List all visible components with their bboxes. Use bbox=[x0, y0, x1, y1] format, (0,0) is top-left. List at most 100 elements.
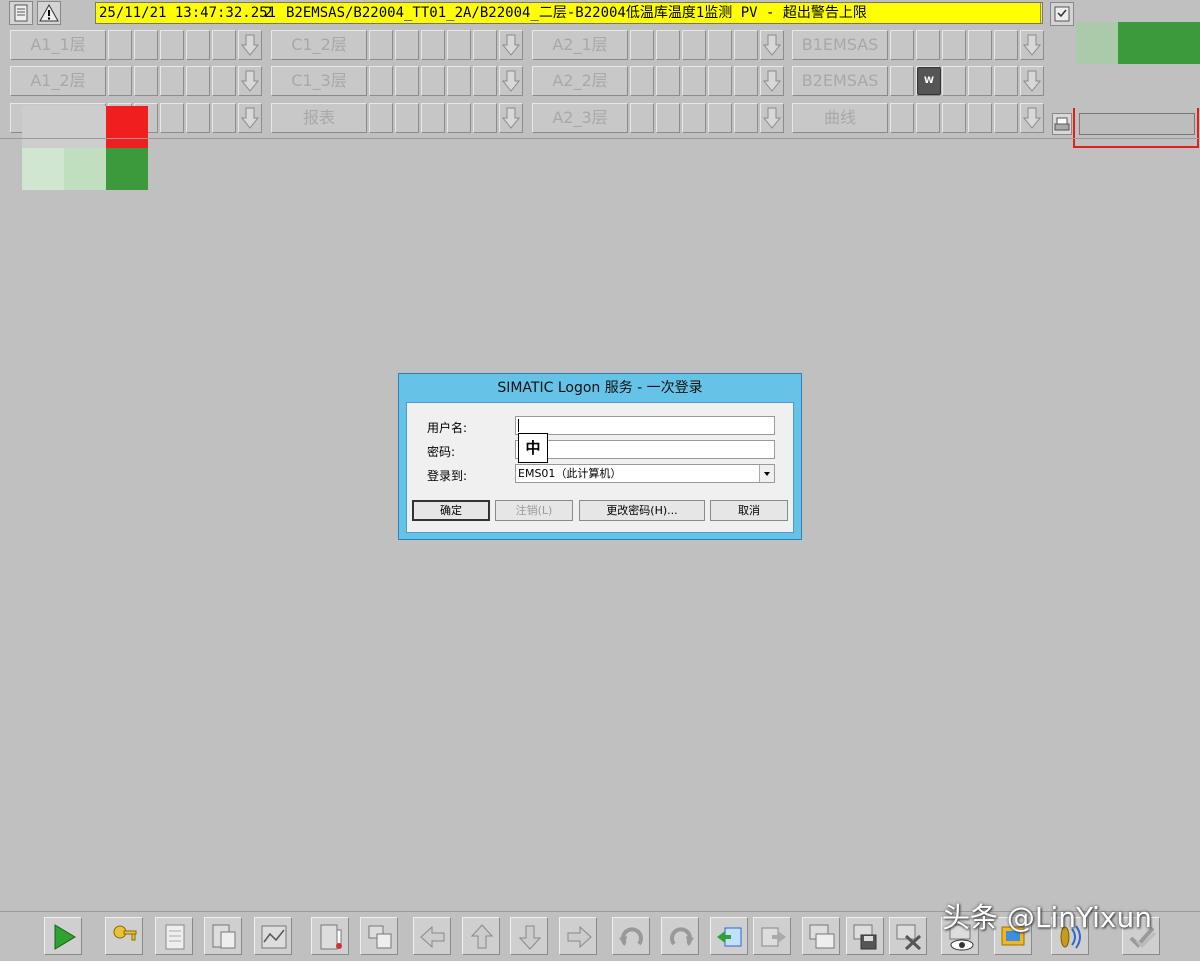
sub-area-slot[interactable] bbox=[734, 66, 758, 96]
sub-area-slot[interactable] bbox=[108, 66, 132, 96]
area-button[interactable]: A1_2层 bbox=[10, 66, 106, 96]
sub-area-slot[interactable] bbox=[212, 30, 236, 60]
sub-area-slot[interactable] bbox=[369, 103, 393, 133]
area-button[interactable]: C1_3层 bbox=[271, 66, 367, 96]
area-button[interactable]: B1EMSAS bbox=[792, 30, 888, 60]
area-button[interactable]: A2_1层 bbox=[532, 30, 628, 60]
w-badge[interactable]: W bbox=[917, 67, 941, 95]
sub-area-slot[interactable] bbox=[395, 103, 419, 133]
area-down-arrow-icon[interactable] bbox=[238, 66, 262, 96]
sub-area-slot[interactable] bbox=[968, 103, 992, 133]
thermometer-icon[interactable] bbox=[311, 917, 349, 955]
arrow-right-icon[interactable] bbox=[559, 917, 597, 955]
alarm-log-icon[interactable] bbox=[9, 1, 33, 25]
logon-to-select[interactable]: EMS01（此计算机） bbox=[515, 464, 775, 483]
area-button[interactable]: C1_2层 bbox=[271, 30, 367, 60]
sub-area-slot[interactable] bbox=[942, 30, 966, 60]
sub-area-slot[interactable] bbox=[890, 30, 914, 60]
sub-area-slot[interactable] bbox=[134, 66, 158, 96]
sub-area-slot[interactable] bbox=[447, 30, 471, 60]
arrow-up-icon[interactable] bbox=[462, 917, 500, 955]
key-icon[interactable] bbox=[105, 917, 143, 955]
sub-area-slot[interactable] bbox=[421, 30, 445, 60]
sub-area-slot[interactable] bbox=[160, 103, 184, 133]
alarm-warning-icon[interactable] bbox=[37, 1, 61, 25]
sub-area-slot[interactable] bbox=[186, 66, 210, 96]
area-down-arrow-icon[interactable] bbox=[499, 66, 523, 96]
sub-area-slot[interactable] bbox=[656, 103, 680, 133]
sub-area-slot[interactable] bbox=[630, 66, 654, 96]
sub-area-slot[interactable] bbox=[994, 30, 1018, 60]
screen-forward-icon[interactable] bbox=[753, 917, 791, 955]
area-down-arrow-icon[interactable] bbox=[499, 30, 523, 60]
sub-area-slot[interactable] bbox=[890, 103, 914, 133]
area-down-arrow-icon[interactable] bbox=[760, 103, 784, 133]
window-close-icon[interactable] bbox=[889, 917, 927, 955]
undo-icon[interactable] bbox=[612, 917, 650, 955]
sub-area-slot[interactable] bbox=[916, 30, 940, 60]
login-user-display[interactable] bbox=[1079, 113, 1195, 135]
screen-select-icon[interactable] bbox=[710, 917, 748, 955]
sub-area-slot[interactable] bbox=[968, 30, 992, 60]
sub-area-slot[interactable] bbox=[968, 66, 992, 96]
sub-area-slot[interactable] bbox=[186, 30, 210, 60]
sub-area-slot[interactable] bbox=[734, 103, 758, 133]
username-input[interactable] bbox=[515, 416, 775, 435]
screen-swap-icon[interactable] bbox=[360, 917, 398, 955]
print-icon[interactable] bbox=[1052, 113, 1072, 135]
arrow-down-icon[interactable] bbox=[510, 917, 548, 955]
alarm-list-icon[interactable] bbox=[155, 917, 193, 955]
change-password-button[interactable]: 更改密码(H)... bbox=[579, 500, 705, 521]
area-button[interactable]: B2EMSAS bbox=[792, 66, 888, 96]
sub-area-slot[interactable] bbox=[421, 66, 445, 96]
sub-area-slot[interactable] bbox=[473, 103, 497, 133]
sub-area-slot[interactable] bbox=[994, 103, 1018, 133]
area-down-arrow-icon[interactable] bbox=[1020, 30, 1044, 60]
sub-area-slot[interactable] bbox=[212, 66, 236, 96]
sub-area-slot[interactable] bbox=[160, 30, 184, 60]
sub-area-slot[interactable] bbox=[108, 30, 132, 60]
password-input[interactable] bbox=[515, 440, 775, 459]
sub-area-slot[interactable] bbox=[447, 66, 471, 96]
sub-area-slot[interactable] bbox=[630, 103, 654, 133]
sub-area-slot[interactable] bbox=[708, 30, 732, 60]
sub-area-slot[interactable] bbox=[369, 66, 393, 96]
sub-area-slot[interactable] bbox=[656, 66, 680, 96]
sub-area-slot[interactable] bbox=[473, 30, 497, 60]
sub-area-slot[interactable] bbox=[447, 103, 471, 133]
sub-area-slot[interactable] bbox=[734, 30, 758, 60]
area-down-arrow-icon[interactable] bbox=[1020, 66, 1044, 96]
area-down-arrow-icon[interactable] bbox=[760, 66, 784, 96]
sub-area-slot[interactable] bbox=[942, 66, 966, 96]
window-save-icon[interactable] bbox=[846, 917, 884, 955]
sub-area-slot[interactable] bbox=[186, 103, 210, 133]
sub-area-slot[interactable] bbox=[630, 30, 654, 60]
sub-area-slot[interactable] bbox=[395, 66, 419, 96]
area-down-arrow-icon[interactable] bbox=[1020, 103, 1044, 133]
sub-area-slot[interactable] bbox=[473, 66, 497, 96]
sub-area-slot[interactable] bbox=[212, 103, 236, 133]
sub-area-slot[interactable] bbox=[369, 30, 393, 60]
play-icon[interactable] bbox=[44, 917, 82, 955]
cancel-button[interactable]: 取消 bbox=[710, 500, 788, 521]
ok-button[interactable]: 确定 bbox=[412, 500, 490, 521]
area-down-arrow-icon[interactable] bbox=[499, 103, 523, 133]
sub-area-slot[interactable] bbox=[160, 66, 184, 96]
area-button[interactable]: A2_2层 bbox=[532, 66, 628, 96]
area-button[interactable]: 报表 bbox=[271, 103, 367, 133]
area-button[interactable]: A1_1层 bbox=[10, 30, 106, 60]
sub-area-slot[interactable] bbox=[421, 103, 445, 133]
alarm-line[interactable]: 25/11/21 13:47:32.251 2 B2EMSAS/B22004_T… bbox=[95, 2, 1043, 24]
sub-area-slot[interactable] bbox=[708, 66, 732, 96]
chevron-down-icon[interactable] bbox=[759, 465, 774, 482]
arrow-left-icon[interactable] bbox=[413, 917, 451, 955]
sub-area-slot[interactable] bbox=[395, 30, 419, 60]
sub-area-slot[interactable] bbox=[890, 66, 914, 96]
area-down-arrow-icon[interactable] bbox=[238, 30, 262, 60]
sub-area-slot[interactable] bbox=[942, 103, 966, 133]
sub-area-slot[interactable] bbox=[682, 103, 706, 133]
trend-icon[interactable] bbox=[254, 917, 292, 955]
sub-area-slot[interactable] bbox=[682, 66, 706, 96]
sub-area-slot[interactable] bbox=[134, 30, 158, 60]
sub-area-slot[interactable] bbox=[656, 30, 680, 60]
